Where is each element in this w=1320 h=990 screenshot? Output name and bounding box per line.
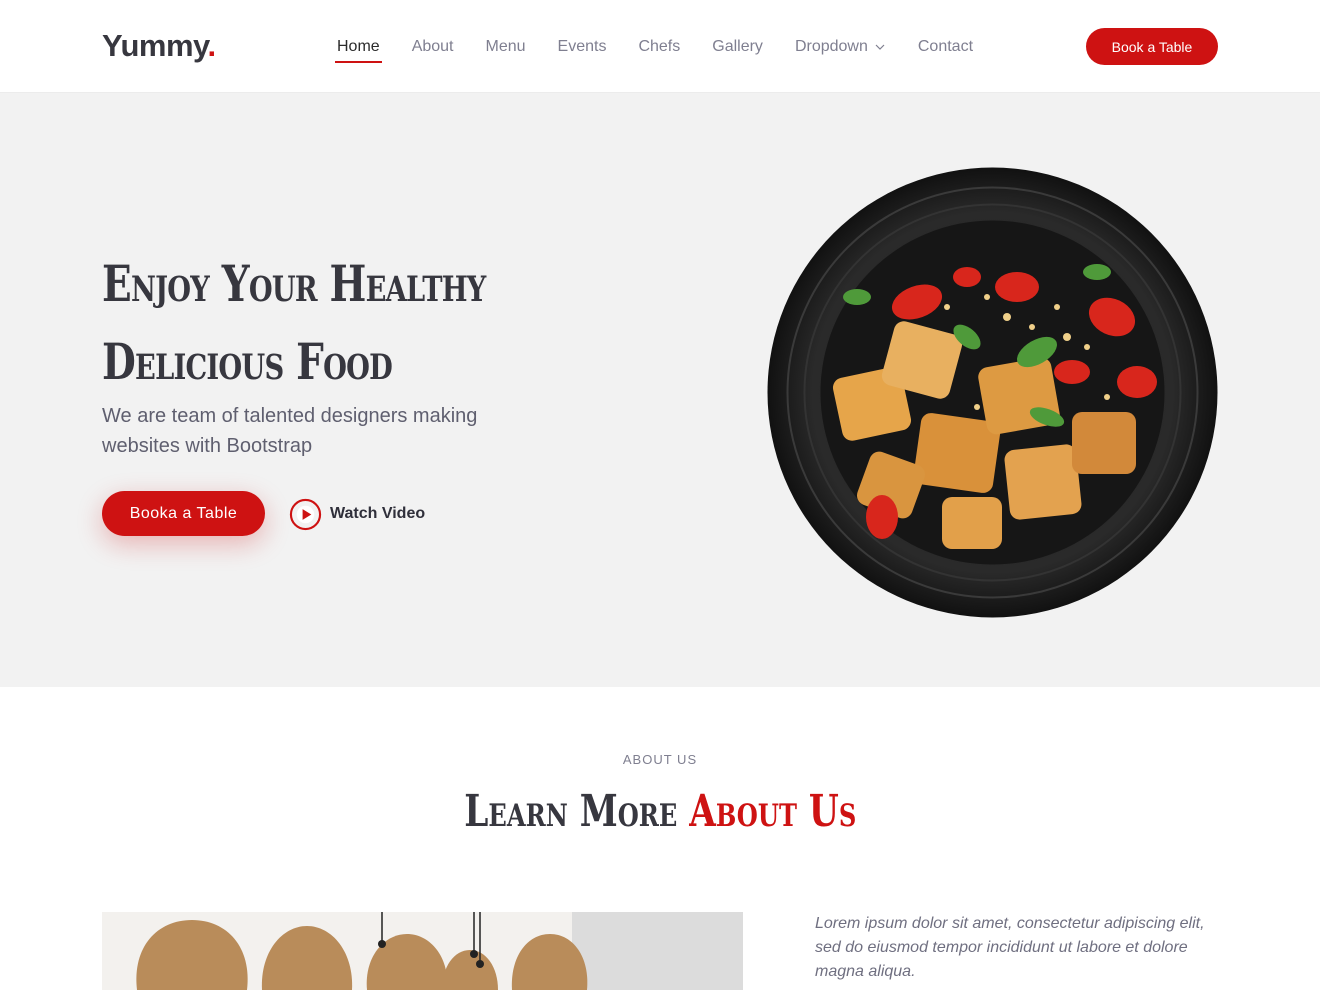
logo[interactable]: Yummy.	[102, 28, 216, 64]
hero-title: Enjoy Your Healthy Delicious Food	[102, 245, 508, 401]
nav-label: Gallery	[712, 37, 763, 55]
hero-subtitle: We are team of talented designers making…	[102, 405, 478, 457]
about-title-accent: About Us	[688, 786, 856, 837]
book-table-button[interactable]: Book a Table	[1086, 28, 1218, 65]
watch-video-label: Watch Video	[330, 505, 426, 522]
nav-item-gallery[interactable]: Gallery	[696, 0, 779, 93]
nav-label: Events	[557, 37, 607, 55]
nav-label: About	[411, 37, 454, 55]
nav-label: Chefs	[638, 37, 681, 55]
nav-item-contact[interactable]: Contact	[902, 0, 989, 93]
nav-label: Dropdown	[794, 37, 868, 55]
nav-label: Home	[337, 37, 380, 55]
nav-item-chefs[interactable]: Chefs	[622, 0, 696, 93]
nav-item-home[interactable]: Home	[321, 0, 396, 93]
hero-book-table-button[interactable]: Booka a Table	[102, 491, 265, 536]
site-header: Yummy. Home About Menu Events Chefs Gall…	[0, 0, 1320, 93]
about-title: Learn More About Us	[0, 786, 1320, 837]
hero-title-line1: Enjoy Your Healthy	[102, 254, 486, 313]
chevron-down-icon	[875, 44, 885, 50]
logo-text: Yummy	[102, 28, 208, 63]
nav-item-dropdown[interactable]: Dropdown	[779, 0, 902, 93]
play-circle-icon	[289, 498, 322, 530]
nav-item-about[interactable]: About	[396, 0, 470, 93]
hero-section: Enjoy Your Healthy Delicious Food We are…	[0, 93, 1320, 687]
main-nav: Home About Menu Events Chefs Gallery Dro…	[321, 0, 989, 93]
about-restaurant-image	[102, 912, 743, 990]
about-intro-text: Lorem ipsum dolor sit amet, consectetur …	[815, 915, 1205, 980]
hero-food-image	[767, 167, 1218, 618]
nav-item-events[interactable]: Events	[542, 0, 623, 93]
about-kicker: ABOUT US	[622, 752, 698, 767]
nav-label: Contact	[917, 37, 974, 55]
watch-video-button[interactable]: Watch Video	[289, 497, 425, 531]
nav-item-menu[interactable]: Menu	[470, 0, 542, 93]
hero-title-line2: Delicious Food	[102, 332, 393, 391]
logo-dot: .	[207, 28, 216, 63]
nav-label: Menu	[485, 37, 526, 55]
about-title-plain: Learn More	[463, 786, 689, 837]
